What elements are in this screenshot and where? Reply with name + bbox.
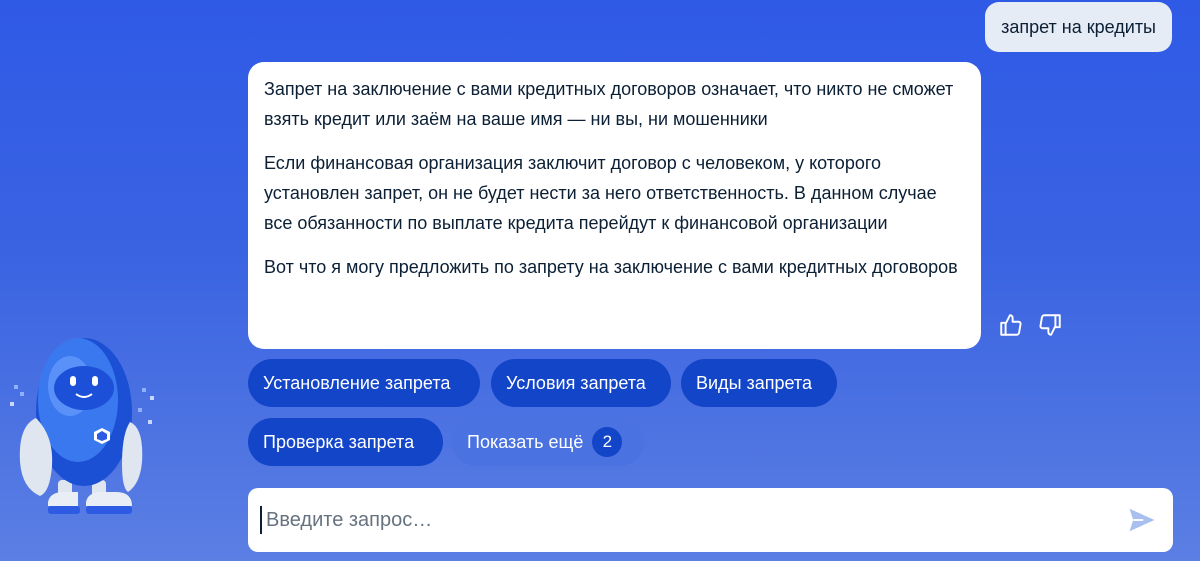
chip-label: Условия запрета [506, 372, 646, 393]
bot-paragraph: Если финансовая организация заключит дог… [264, 153, 937, 233]
chip-label: Проверка запрета [263, 431, 415, 452]
suggestion-chip-establish[interactable]: Установление запрета [248, 359, 480, 407]
chip-label: Установление запрета [263, 372, 451, 393]
thumbs-up-icon[interactable] [996, 310, 1026, 340]
user-message-bubble: запрет на кредиты [985, 2, 1172, 52]
bot-message-bubble: Запрет на заключение с вами кредитных до… [248, 62, 981, 349]
suggestion-chip-conditions[interactable]: Условия запрета [491, 359, 671, 407]
suggestion-chip-check[interactable]: Проверка запрета [248, 418, 443, 466]
bot-paragraph: Запрет на заключение с вами кредитных до… [264, 79, 954, 129]
show-more-count-badge: 2 [592, 427, 623, 457]
show-more-button[interactable]: Показать ещё 2 [452, 418, 644, 466]
send-icon[interactable] [1125, 503, 1159, 537]
query-input-container [248, 488, 1173, 552]
thumbs-down-icon[interactable] [1035, 310, 1065, 340]
query-input[interactable] [260, 506, 1125, 534]
show-more-label: Показать ещё [467, 431, 584, 452]
chip-label: Виды запрета [696, 372, 812, 393]
suggestion-chip-types[interactable]: Виды запрета [681, 359, 837, 407]
bot-paragraph: Вот что я могу предложить по запрету на … [264, 257, 958, 277]
user-message-text: запрет на кредиты [1001, 16, 1156, 37]
robot-mascot-illustration [10, 338, 154, 514]
